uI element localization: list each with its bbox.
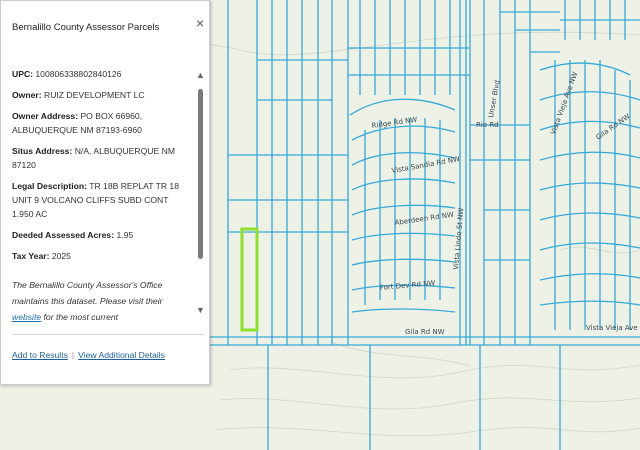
field-situs-address: Situs Address: N/A, ALBUQUERQUE NM 87120 <box>12 144 192 172</box>
add-to-results-link[interactable]: Add to Results <box>12 350 68 360</box>
field-label: Legal Description: <box>12 181 87 191</box>
field-label: Situs Address: <box>12 146 73 156</box>
popup-divider <box>12 334 205 335</box>
field-tax-year: Tax Year: 2025 <box>12 249 192 263</box>
website-link[interactable]: website <box>12 312 41 322</box>
field-value: 100806338802840126 <box>35 69 122 79</box>
scroll-down-icon[interactable]: ▼ <box>196 305 205 315</box>
parcel-popup: Bernalillo County Assessor Parcels × ▲ ▼… <box>0 0 210 385</box>
field-deeded-acres: Deeded Assessed Acres: 1.95 <box>12 228 192 242</box>
field-upc: UPC: 100806338802840126 <box>12 67 192 81</box>
dataset-note: The Bernalillo County Assessor's Office … <box>12 277 192 325</box>
popup-content: UPC: 100806338802840126 Owner: RUIZ DEVE… <box>12 67 192 329</box>
field-label: Deeded Assessed Acres: <box>12 230 115 240</box>
field-owner-address: Owner Address: PO BOX 66960, ALBUQUERQUE… <box>12 109 192 137</box>
field-value: RUIZ DEVELOPMENT LC <box>44 90 145 100</box>
close-icon[interactable]: × <box>196 16 204 30</box>
field-owner: Owner: RUIZ DEVELOPMENT LC <box>12 88 192 102</box>
popup-title: Bernalillo County Assessor Parcels <box>12 22 160 33</box>
road-label: Rio Rd <box>476 121 499 129</box>
scroll-up-icon[interactable]: ▲ <box>196 70 205 80</box>
field-legal-description: Legal Description: TR 18B REPLAT TR 18 U… <box>12 179 192 221</box>
actions-separator: | <box>71 350 75 360</box>
field-value: 1.95 <box>116 230 134 240</box>
note-text: The Bernalillo County Assessor's Office … <box>12 280 163 306</box>
road-label: Gila Rd NW <box>405 328 445 336</box>
field-value: 2025 <box>51 251 71 261</box>
view-additional-details-link[interactable]: View Additional Details <box>78 350 165 360</box>
scrollbar-thumb[interactable] <box>198 89 203 259</box>
field-label: Tax Year: <box>12 251 50 261</box>
field-label: Owner: <box>12 90 42 100</box>
popup-actions: Add to Results | View Additional Details <box>12 350 165 360</box>
road-label: Vista Vieja Ave NW <box>586 324 640 332</box>
field-label: UPC: <box>12 69 34 79</box>
field-label: Owner Address: <box>12 111 79 121</box>
note-text-end: for the most current <box>41 312 119 322</box>
